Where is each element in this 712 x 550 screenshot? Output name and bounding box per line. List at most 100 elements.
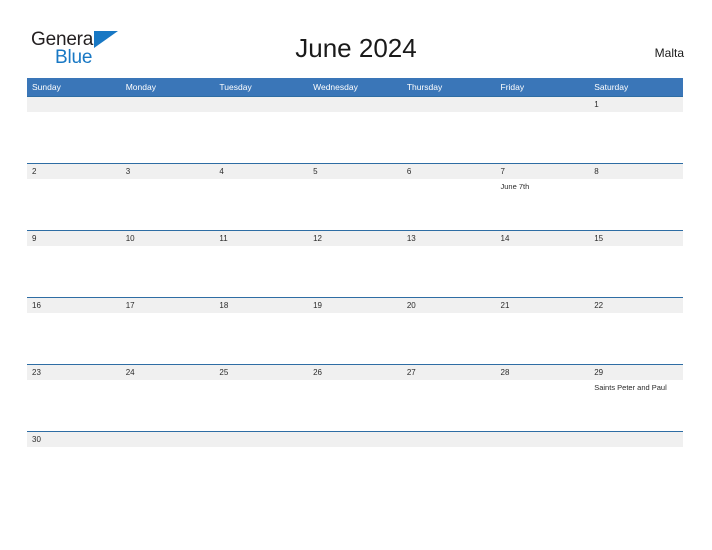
day-events-16 bbox=[27, 313, 121, 364]
day-events-24 bbox=[121, 380, 215, 431]
day-events-22 bbox=[589, 313, 683, 364]
day-events-7[interactable]: June 7th bbox=[496, 179, 590, 230]
day-number-18[interactable]: 18 bbox=[214, 298, 308, 313]
day-number-6[interactable]: 6 bbox=[402, 164, 496, 179]
day-events-empty bbox=[121, 112, 215, 163]
week-date-band: 9 10 11 12 13 14 15 bbox=[27, 231, 683, 246]
day-events-23 bbox=[27, 380, 121, 431]
calendar-event: Saints Peter and Paul bbox=[594, 383, 667, 392]
day-events-empty bbox=[402, 112, 496, 163]
weekday-header-row: Sunday Monday Tuesday Wednesday Thursday Frid… bbox=[27, 78, 683, 96]
weekday-header-wednesday: Wednesday bbox=[313, 82, 358, 92]
day-number-4[interactable]: 4 bbox=[214, 164, 308, 179]
day-number-2[interactable]: 2 bbox=[27, 164, 121, 179]
day-events-28 bbox=[496, 380, 590, 431]
day-events-6 bbox=[402, 179, 496, 230]
weekday-header-sunday: Sunday bbox=[32, 82, 61, 92]
day-events-29[interactable]: Saints Peter and Paul bbox=[589, 380, 683, 431]
day-number-25[interactable]: 25 bbox=[214, 365, 308, 380]
day-events-8 bbox=[589, 179, 683, 230]
day-events-3 bbox=[121, 179, 215, 230]
day-number-19[interactable]: 19 bbox=[308, 298, 402, 313]
day-number-9[interactable]: 9 bbox=[27, 231, 121, 246]
day-events-10 bbox=[121, 246, 215, 297]
day-number-empty bbox=[214, 97, 308, 112]
week-date-band: 2345678 bbox=[27, 164, 683, 179]
week-event-band bbox=[27, 112, 683, 163]
day-events-empty bbox=[214, 112, 308, 163]
page-header: General Blue June 2024 Malta bbox=[0, 0, 712, 78]
page-title: June 2024 bbox=[295, 33, 417, 63]
week-event-band bbox=[27, 246, 683, 297]
calendar-week-row: 30 bbox=[27, 431, 683, 447]
day-number-3[interactable]: 3 bbox=[121, 164, 215, 179]
day-events-25 bbox=[214, 380, 308, 431]
day-number-13[interactable]: 13 bbox=[402, 231, 496, 246]
day-events-13 bbox=[402, 246, 496, 297]
day-number-10[interactable]: 10 bbox=[121, 231, 215, 246]
calendar-week-row: 9 10 11 12 13 14 15 bbox=[27, 230, 683, 297]
day-number-empty bbox=[402, 97, 496, 112]
day-events-9 bbox=[27, 246, 121, 297]
day-number-15[interactable]: 15 bbox=[589, 231, 683, 246]
day-number-empty bbox=[402, 432, 496, 447]
weekday-header-monday: Monday bbox=[125, 82, 156, 92]
day-number-empty bbox=[308, 97, 402, 112]
day-events-empty bbox=[27, 112, 121, 163]
calendar-event: June 7th bbox=[500, 182, 530, 191]
day-number-27[interactable]: 27 bbox=[402, 365, 496, 380]
day-number-26[interactable]: 26 bbox=[308, 365, 402, 380]
day-number-23[interactable]: 23 bbox=[27, 365, 121, 380]
day-events-empty bbox=[496, 112, 590, 163]
day-events-18 bbox=[214, 313, 308, 364]
week-date-band: 23 24 25 26 27 28 29 bbox=[27, 365, 683, 380]
day-number-29[interactable]: 29 bbox=[589, 365, 683, 380]
day-number-17[interactable]: 17 bbox=[121, 298, 215, 313]
day-number-22[interactable]: 22 bbox=[589, 298, 683, 313]
day-number-7[interactable]: 7 bbox=[496, 164, 590, 179]
day-events-26 bbox=[308, 380, 402, 431]
day-number-empty bbox=[589, 432, 683, 447]
week-date-band: 16 17 18 19 20 21 22 bbox=[27, 298, 683, 313]
day-number-24[interactable]: 24 bbox=[121, 365, 215, 380]
day-events-5 bbox=[308, 179, 402, 230]
calendar-page: General Blue June 2024 Malta Sunday Monda… bbox=[0, 0, 712, 550]
calendar-week-row: 1 bbox=[27, 96, 683, 163]
day-number-20[interactable]: 20 bbox=[402, 298, 496, 313]
day-number-empty bbox=[308, 432, 402, 447]
weekday-header-tuesday: Tuesday bbox=[219, 82, 252, 92]
day-number-28[interactable]: 28 bbox=[496, 365, 590, 380]
day-events-1 bbox=[589, 112, 683, 163]
day-events-21 bbox=[496, 313, 590, 364]
day-events-19 bbox=[308, 313, 402, 364]
day-number-empty bbox=[214, 432, 308, 447]
calendar-week-row: 23 24 25 26 27 28 29 Saints Peter and Paul bbox=[27, 364, 683, 431]
day-events-14 bbox=[496, 246, 590, 297]
day-events-20 bbox=[402, 313, 496, 364]
calendar-week-row: 16 17 18 19 20 21 22 bbox=[27, 297, 683, 364]
calendar-grid: Sunday Monday Tuesday Wednesday Thursday Frid… bbox=[27, 78, 683, 447]
day-events-2 bbox=[27, 179, 121, 230]
day-events-empty bbox=[308, 112, 402, 163]
week-event-band: June 7th bbox=[27, 179, 683, 230]
weekday-header-friday: Friday bbox=[500, 82, 525, 92]
day-number-empty bbox=[121, 97, 215, 112]
day-events-15 bbox=[589, 246, 683, 297]
calendar-week-row: 2 3 4 5 6 7 8 June 7th bbox=[27, 163, 683, 230]
day-events-27 bbox=[402, 380, 496, 431]
day-events-4 bbox=[214, 179, 308, 230]
day-number-30[interactable]: 30 bbox=[27, 432, 121, 447]
day-number-11[interactable]: 11 bbox=[214, 231, 308, 246]
weekday-header-thursday: Thursday bbox=[406, 82, 443, 92]
day-number-1[interactable]: 1 bbox=[589, 97, 683, 112]
day-events-12 bbox=[308, 246, 402, 297]
week-event-band: Saints Peter and Paul bbox=[27, 380, 683, 431]
day-events-17 bbox=[121, 313, 215, 364]
day-number-21[interactable]: 21 bbox=[496, 298, 590, 313]
day-number-12[interactable]: 12 bbox=[308, 231, 402, 246]
country-label: Malta bbox=[654, 46, 684, 60]
day-number-8[interactable]: 8 bbox=[589, 164, 683, 179]
day-number-16[interactable]: 16 bbox=[27, 298, 121, 313]
day-number-14[interactable]: 14 bbox=[496, 231, 590, 246]
day-number-5[interactable]: 5 bbox=[308, 164, 402, 179]
